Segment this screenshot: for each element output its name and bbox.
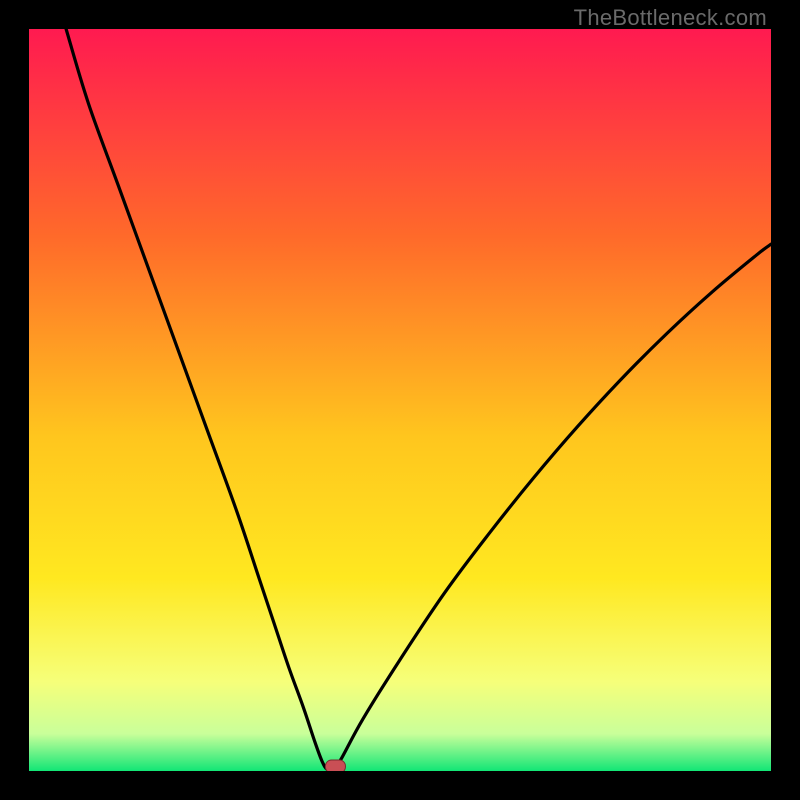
chart-svg — [29, 29, 771, 771]
plot-area — [29, 29, 771, 771]
watermark-text: TheBottleneck.com — [574, 5, 767, 31]
optimal-point-marker — [325, 760, 345, 771]
chart-frame: TheBottleneck.com — [0, 0, 800, 800]
